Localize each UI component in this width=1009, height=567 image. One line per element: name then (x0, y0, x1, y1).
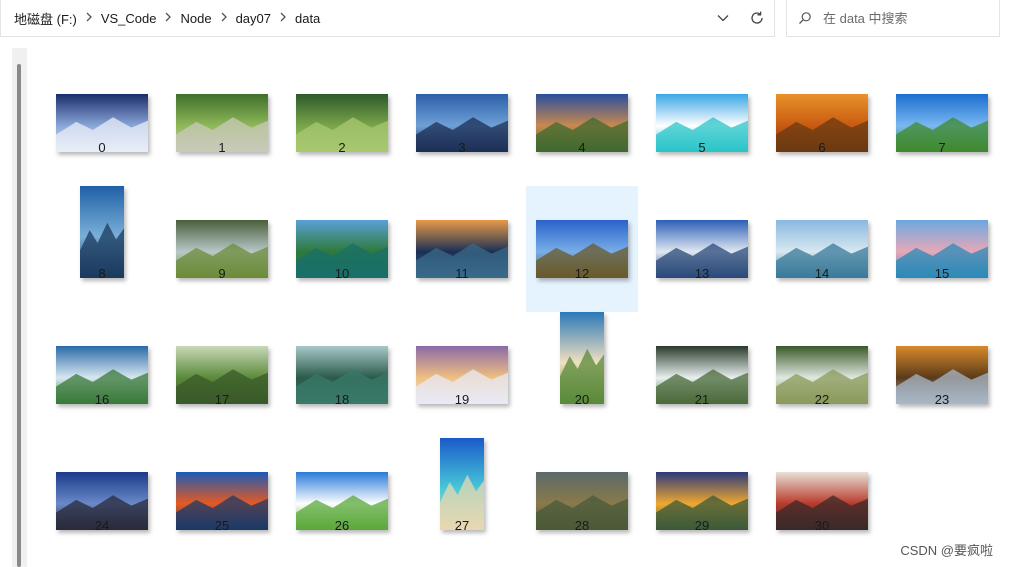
chevron-right-icon[interactable] (274, 12, 292, 24)
file-item[interactable]: 16 (46, 312, 158, 438)
file-name-label: 16 (94, 392, 110, 407)
file-name-label: 22 (814, 392, 830, 407)
file-name-label: 13 (694, 266, 710, 281)
file-item[interactable]: 18 (286, 312, 398, 438)
chevron-right-icon[interactable] (215, 12, 233, 24)
file-name-label: 24 (94, 518, 110, 533)
vertical-scrollbar[interactable] (12, 48, 27, 567)
file-name-label: 18 (334, 392, 350, 407)
file-item[interactable]: 13 (646, 186, 758, 312)
watermark: CSDN @要疯啦 (900, 543, 993, 558)
chevron-right-icon[interactable] (80, 12, 98, 24)
file-name-label: 28 (574, 518, 590, 533)
file-name-label: 25 (214, 518, 230, 533)
file-item[interactable]: 21 (646, 312, 758, 438)
file-name-label: 26 (334, 518, 350, 533)
image-thumbnail[interactable] (80, 186, 124, 278)
breadcrumb-item[interactable]: VS_Code (98, 11, 160, 26)
address-history-button[interactable] (706, 1, 740, 35)
file-name-label: 7 (938, 140, 946, 155)
breadcrumb-item[interactable]: data (292, 11, 323, 26)
image-thumbnail[interactable] (560, 312, 604, 404)
breadcrumb-item[interactable]: 地磁盘 (F:) (11, 9, 80, 28)
file-item[interactable]: 1 (166, 60, 278, 186)
file-item[interactable]: 4 (526, 60, 638, 186)
file-name-label: 1 (218, 140, 226, 155)
address-bar[interactable]: 地磁盘 (F:) VS_Code Node day07 data (0, 0, 775, 37)
file-item[interactable]: 29 (646, 438, 758, 564)
file-item[interactable]: 22 (766, 312, 878, 438)
file-item[interactable]: 19 (406, 312, 518, 438)
file-item[interactable]: 7 (886, 60, 998, 186)
search-box[interactable] (786, 0, 1000, 37)
file-name-label: 12 (574, 266, 590, 281)
file-item[interactable]: 27 (406, 438, 518, 564)
file-name-label: 15 (934, 266, 950, 281)
scrollbar-thumb[interactable] (17, 64, 21, 567)
file-name-label: 23 (934, 392, 950, 407)
refresh-button[interactable] (740, 1, 774, 35)
breadcrumb-item[interactable]: day07 (233, 11, 274, 26)
file-name-label: 29 (694, 518, 710, 533)
file-name-label: 11 (455, 266, 469, 281)
file-item[interactable]: 5 (646, 60, 758, 186)
file-name-label: 0 (98, 140, 106, 155)
file-name-label: 20 (574, 392, 590, 407)
file-item[interactable]: 26 (286, 438, 398, 564)
file-item[interactable]: 11 (406, 186, 518, 312)
file-item[interactable]: 28 (526, 438, 638, 564)
chevron-right-icon[interactable] (159, 12, 177, 24)
file-item[interactable]: 2 (286, 60, 398, 186)
file-item[interactable]: 17 (166, 312, 278, 438)
image-thumbnail[interactable] (440, 438, 484, 530)
breadcrumb: 地磁盘 (F:) VS_Code Node day07 data (1, 0, 706, 36)
refresh-icon (751, 11, 763, 24)
file-item[interactable]: 15 (886, 186, 998, 312)
file-item[interactable]: 6 (766, 60, 878, 186)
file-item[interactable]: 9 (166, 186, 278, 312)
file-name-label: 30 (814, 518, 830, 533)
file-item[interactable]: 8 (46, 186, 158, 312)
file-name-label: 5 (698, 140, 706, 155)
file-item[interactable]: 25 (166, 438, 278, 564)
file-item[interactable]: 20 (526, 312, 638, 438)
search-icon (787, 11, 823, 25)
file-explorer-window: 地磁盘 (F:)VS_CodeNodeday07data 01234567891… (0, 0, 1009, 567)
file-item[interactable]: 3 (406, 60, 518, 186)
file-name-label: 8 (98, 266, 106, 281)
file-name-label: 3 (458, 140, 466, 155)
breadcrumb-item[interactable]: Node (177, 11, 214, 26)
file-name-label: 14 (814, 266, 830, 281)
file-item[interactable]: 12 (526, 186, 638, 312)
file-grid: 0 1 2 3 4 5 6 7 8 9 10 11 12 13 14 15 16 17 18 19 20 21 22 23 24… (46, 80, 1006, 567)
file-item[interactable]: 24 (46, 438, 158, 564)
file-item[interactable]: 23 (886, 312, 998, 438)
search-input[interactable] (823, 10, 983, 26)
file-name-label: 10 (334, 266, 350, 281)
file-item[interactable]: 14 (766, 186, 878, 312)
chevron-down-icon (717, 15, 729, 22)
file-item[interactable]: 30 (766, 438, 878, 564)
file-name-label: 9 (218, 266, 226, 281)
file-name-label: 19 (454, 392, 470, 407)
file-item[interactable]: 0 (46, 60, 158, 186)
file-name-label: 17 (214, 392, 230, 407)
file-name-label: 27 (454, 518, 470, 533)
file-name-label: 21 (694, 392, 710, 407)
file-name-label: 6 (818, 140, 826, 155)
file-item[interactable]: 10 (286, 186, 398, 312)
file-name-label: 2 (338, 140, 346, 155)
file-name-label: 4 (578, 140, 586, 155)
